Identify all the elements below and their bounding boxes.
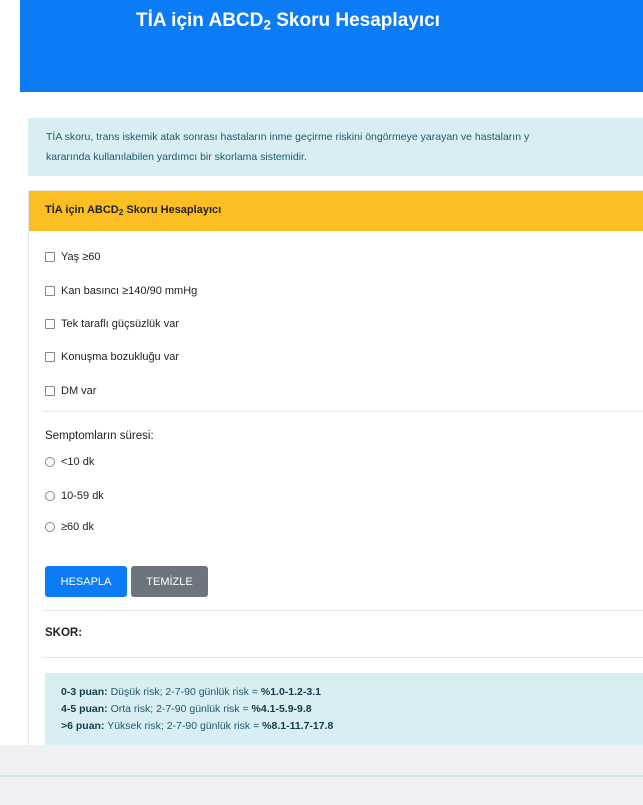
page: TİA için ABCD2 Skoru Hesaplayıcı TİA sko… — [0, 0, 643, 745]
risk-text: Düşük risk; 2-7-90 günlük risk = — [107, 686, 261, 698]
checkbox-label: DM var — [61, 385, 97, 397]
card-title-suffix: Skoru Hesaplayıcı — [123, 204, 222, 216]
calculator-card: TİA için ABCD2 Skoru Hesaplayıcı Yaş ≥60… — [28, 190, 643, 745]
title-text: TİA için ABCD — [136, 10, 264, 31]
risk-range: 4-5 puan: — [61, 703, 108, 715]
radio-icon[interactable] — [45, 457, 55, 467]
risk-value: %8.1-11.7-17.8 — [262, 720, 334, 732]
info-line-1: TİA skoru, trans iskemik atak sonrası ha… — [46, 131, 530, 143]
title-suffix: Skoru Hesaplayıcı — [270, 10, 440, 31]
radio-over-60-min[interactable]: ≥60 dk — [45, 521, 94, 533]
risk-row-high: >6 puan: Yüksek risk; 2-7-90 günlük risk… — [61, 718, 643, 735]
title-subscript: 2 — [263, 17, 271, 33]
checkbox-label: Konuşma bozukluğu var — [61, 351, 180, 363]
duration-label: Semptomların süresi: — [45, 430, 154, 442]
calculate-button[interactable]: HESAPLA — [45, 566, 127, 597]
checkbox-icon[interactable] — [45, 386, 55, 396]
checkbox-blood-pressure[interactable]: Kan basıncı ≥140/90 mmHg — [45, 285, 197, 297]
divider — [43, 657, 643, 658]
risk-row-low: 0-3 puan: Düşük risk; 2-7-90 günlük risk… — [61, 684, 643, 701]
checkbox-label: Kan basıncı ≥140/90 mmHg — [61, 285, 198, 297]
risk-text: Orta risk; 2-7-90 günlük risk = — [107, 703, 252, 715]
checkbox-icon[interactable] — [45, 352, 55, 362]
checkbox-icon[interactable] — [45, 286, 55, 296]
risk-value: %4.1-5.9-9.8 — [251, 703, 312, 715]
bottom-divider — [0, 775, 643, 777]
risk-range: 0-3 puan: — [61, 686, 108, 698]
checkbox-unilateral-weakness[interactable]: Tek taraflı güçsüzlük var — [45, 318, 179, 330]
divider — [43, 411, 643, 412]
checkbox-label: Tek taraflı güçsüzlük var — [61, 318, 179, 330]
checkbox-speech-disturbance[interactable]: Konuşma bozukluğu var — [45, 351, 179, 363]
risk-range: >6 puan: — [61, 720, 105, 732]
checkbox-icon[interactable] — [45, 252, 55, 262]
card-header: TİA için ABCD2 Skoru Hesaplayıcı — [29, 191, 643, 231]
info-alert: TİA skoru, trans iskemik atak sonrası ha… — [28, 118, 643, 176]
checkbox-label: Yaş ≥60 — [61, 251, 101, 263]
risk-text: Yüksek risk; 2-7-90 günlük risk = — [104, 720, 263, 732]
radio-10-59-min[interactable]: 10-59 dk — [45, 490, 104, 502]
radio-icon[interactable] — [45, 491, 55, 501]
radio-label: 10-59 dk — [61, 490, 104, 502]
page-header: TİA için ABCD2 Skoru Hesaplayıcı — [20, 0, 643, 92]
page-title: TİA için ABCD2 Skoru Hesaplayıcı — [20, 10, 643, 32]
risk-row-medium: 4-5 puan: Orta risk; 2-7-90 günlük risk … — [61, 701, 643, 718]
risk-value: %1.0-1.2-3.1 — [260, 686, 321, 698]
divider — [43, 610, 643, 611]
clear-button[interactable]: TEMİZLE — [131, 566, 208, 597]
radio-icon[interactable] — [45, 522, 55, 532]
card-title: TİA için ABCD — [45, 204, 119, 216]
radio-label: ≥60 dk — [61, 521, 94, 533]
checkbox-age[interactable]: Yaş ≥60 — [45, 251, 100, 263]
score-label: SKOR: — [45, 627, 83, 639]
radio-label: <10 dk — [61, 456, 95, 468]
risk-info-box: 0-3 puan: Düşük risk; 2-7-90 günlük risk… — [45, 673, 643, 745]
radio-under-10-min[interactable]: <10 dk — [45, 456, 94, 468]
checkbox-diabetes[interactable]: DM var — [45, 385, 96, 397]
info-line-2: kararında kullanılabilen yardımcı bir sk… — [46, 151, 307, 163]
checkbox-icon[interactable] — [45, 319, 55, 329]
